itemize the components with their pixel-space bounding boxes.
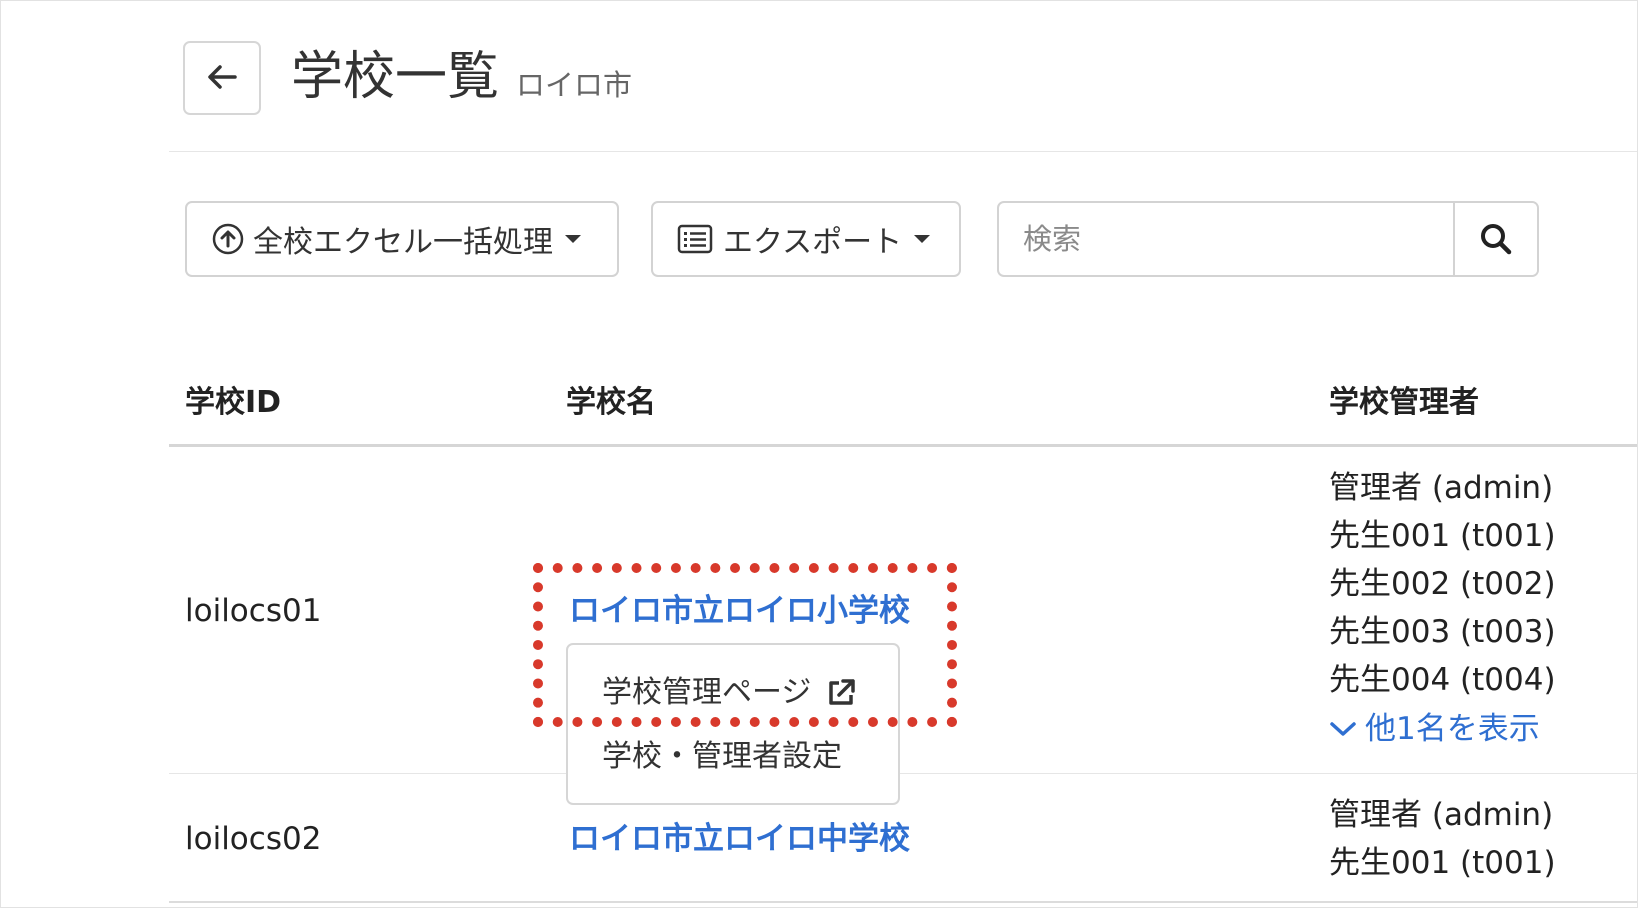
admin-item: 先生004 (t004)	[1329, 662, 1556, 698]
menu-item-school-admin-settings[interactable]: 学校・管理者設定	[602, 737, 842, 777]
search-box	[997, 201, 1539, 277]
chevron-down-icon	[914, 235, 931, 243]
show-more-label: 他1名を表示	[1365, 711, 1540, 747]
upload-circle-icon	[211, 222, 245, 256]
column-header-school-id: 学校ID	[185, 385, 282, 420]
export-label: エクスポート	[723, 225, 903, 260]
app-frame: 学校一覧 ロイロ市 全校エクセル一括処理 エクスポート 検索 学校ID 学校名 …	[0, 0, 1638, 908]
school-name-link[interactable]: ロイロ市立ロイロ小学校	[569, 591, 910, 631]
list-icon	[677, 224, 713, 254]
menu-item-label: 学校・管理者設定	[602, 739, 842, 774]
table-bottom-divider	[169, 901, 1637, 903]
external-link-icon	[825, 677, 857, 709]
school-id-cell: loilocs02	[185, 821, 322, 857]
page-subtitle: ロイロ市	[516, 68, 633, 102]
menu-item-label: 学校管理ページ	[602, 675, 812, 710]
bulk-excel-button[interactable]: 全校エクセル一括処理	[185, 201, 619, 277]
school-id-cell: loilocs01	[185, 593, 322, 629]
admin-item: 管理者 (admin)	[1329, 797, 1554, 833]
row-divider	[169, 773, 1637, 774]
search-button[interactable]	[1453, 203, 1537, 275]
bulk-excel-label: 全校エクセル一括処理	[253, 225, 553, 260]
back-button[interactable]	[183, 41, 261, 115]
school-name-link[interactable]: ロイロ市立ロイロ中学校	[569, 819, 910, 859]
page-title: 学校一覧	[291, 47, 500, 107]
admin-item: 先生003 (t003)	[1329, 614, 1556, 650]
admin-item: 先生002 (t002)	[1329, 566, 1556, 602]
chevron-down-icon	[1329, 719, 1357, 739]
table-header-divider	[169, 444, 1637, 447]
admin-item: 先生001 (t001)	[1329, 845, 1556, 881]
admin-item: 先生001 (t001)	[1329, 518, 1556, 554]
admin-item: 管理者 (admin)	[1329, 470, 1554, 506]
export-button[interactable]: エクスポート	[651, 201, 961, 277]
search-input[interactable]	[999, 203, 1453, 275]
chevron-down-icon	[565, 235, 581, 243]
admin-list: 管理者 (admin) 先生001 (t001) 先生002 (t002) 先生…	[1329, 464, 1556, 704]
search-icon	[1479, 222, 1513, 256]
column-header-school-admins: 学校管理者	[1329, 385, 1479, 420]
arrow-left-icon	[207, 64, 237, 93]
admin-list: 管理者 (admin) 先生001 (t001)	[1329, 791, 1556, 887]
school-action-menu: 学校管理ページ 学校・管理者設定	[566, 643, 900, 805]
header-divider	[169, 151, 1637, 152]
menu-item-school-admin-page[interactable]: 学校管理ページ	[602, 673, 857, 713]
column-header-school-name: 学校名	[566, 385, 656, 420]
show-more-link[interactable]: 他1名を表示	[1329, 709, 1540, 749]
